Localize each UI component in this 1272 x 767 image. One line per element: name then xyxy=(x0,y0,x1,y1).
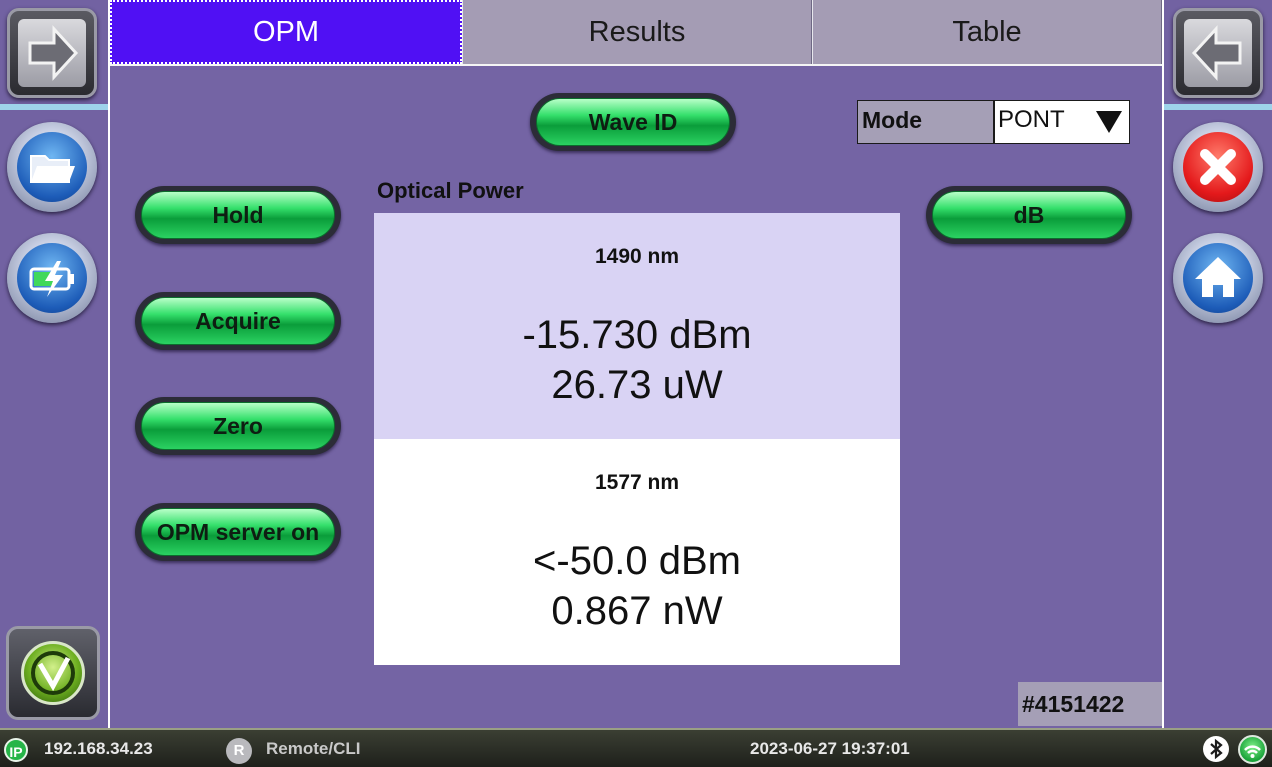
close-icon xyxy=(1183,132,1253,202)
tab-table[interactable]: Table xyxy=(812,0,1162,64)
datetime: 2023-06-27 19:37:01 xyxy=(750,739,910,758)
remote-icon: R xyxy=(226,738,252,764)
forward-arrow-icon xyxy=(18,19,86,87)
left-rail xyxy=(0,0,110,728)
opm-server-label: OPM server on xyxy=(156,518,320,545)
battery-charging-icon xyxy=(17,243,87,313)
tab-opm[interactable]: OPM xyxy=(110,0,462,64)
reading-panel: 1577 nm <-50.0 dBm 0.867 nW xyxy=(374,439,900,665)
optical-power-title: Optical Power xyxy=(377,178,524,203)
back-button[interactable] xyxy=(1173,8,1263,98)
folder-icon xyxy=(17,132,87,202)
power-watt-value: 0.867 nW xyxy=(551,589,723,633)
opm-server-button[interactable]: OPM server on xyxy=(135,503,341,561)
wave-id-button[interactable]: Wave ID xyxy=(530,93,736,151)
bluetooth-icon xyxy=(1203,736,1229,762)
mode-value: PONT xyxy=(998,106,1065,133)
back-arrow-icon xyxy=(1184,19,1252,87)
acquire-button[interactable]: Acquire xyxy=(135,292,341,350)
zero-button[interactable]: Zero xyxy=(135,397,341,455)
hold-label: Hold xyxy=(212,201,264,228)
wave-id-label: Wave ID xyxy=(588,108,678,135)
home-icon xyxy=(1183,243,1253,313)
power-dbm-value: -15.730 dBm xyxy=(522,313,752,357)
db-button[interactable]: dB xyxy=(926,186,1132,244)
rail-divider xyxy=(0,104,108,110)
hold-button[interactable]: Hold xyxy=(135,186,341,244)
battery-button[interactable] xyxy=(7,233,97,323)
wavelength-label: 1490 nm xyxy=(594,245,680,268)
acquire-label: Acquire xyxy=(195,307,281,334)
forward-button[interactable] xyxy=(7,8,97,98)
wavelength-label: 1577 nm xyxy=(594,471,680,494)
app-logo-button[interactable] xyxy=(6,626,100,720)
power-watt-value: 26.73 uW xyxy=(551,363,723,407)
tab-results[interactable]: Results xyxy=(462,0,812,64)
serial-number: #4151422 xyxy=(1018,682,1162,726)
opm-screen: OPM Results Table Wave ID Hold Acquire Z… xyxy=(0,0,1272,767)
tab-bar: OPM Results Table xyxy=(110,0,1162,66)
reading-panel: 1490 nm -15.730 dBm 26.73 uW xyxy=(374,213,900,439)
mode-select[interactable]: PONT xyxy=(994,100,1130,144)
ip-icon: IP xyxy=(4,738,28,762)
logo-icon xyxy=(21,641,85,705)
db-label: dB xyxy=(1013,201,1045,228)
remote-status: Remote/CLI xyxy=(266,739,361,758)
dropdown-caret-icon xyxy=(1096,111,1122,133)
power-dbm-value: <-50.0 dBm xyxy=(533,539,741,583)
ip-address: 192.168.34.23 xyxy=(44,739,153,758)
home-button[interactable] xyxy=(1173,233,1263,323)
status-bar: IP 192.168.34.23 R Remote/CLI 2023-06-27… xyxy=(0,728,1272,767)
rail-divider xyxy=(1164,104,1272,110)
close-button[interactable] xyxy=(1173,122,1263,212)
mode-label: Mode xyxy=(857,100,994,144)
wifi-icon xyxy=(1238,735,1267,764)
right-rail xyxy=(1162,0,1272,728)
file-browser-button[interactable] xyxy=(7,122,97,212)
zero-label: Zero xyxy=(213,412,263,439)
